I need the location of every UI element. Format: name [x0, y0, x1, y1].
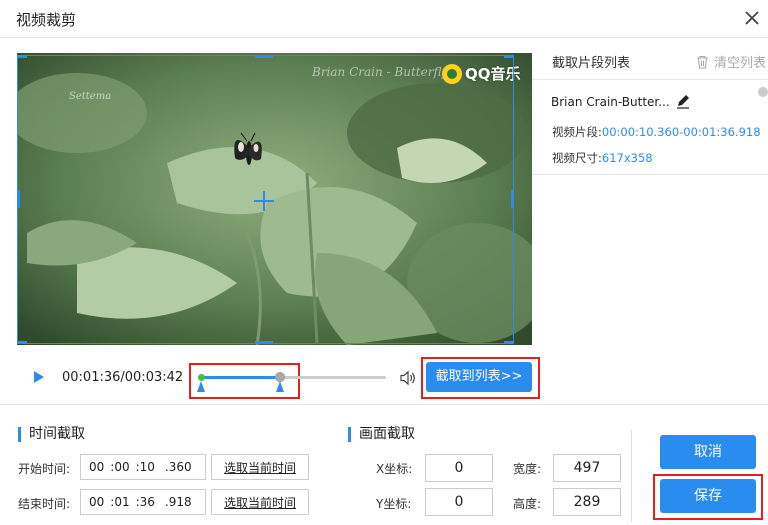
clip-name: Brian Crain-Butter...: [551, 95, 670, 109]
range-end-marker[interactable]: [276, 381, 284, 392]
start-time-input[interactable]: 00 :00 :10 .360: [80, 454, 206, 480]
y-coord-input[interactable]: 0: [425, 488, 493, 516]
clip-list-title: 截取片段列表: [552, 56, 631, 71]
playback-slider[interactable]: [199, 376, 386, 379]
qq-music-logo-icon: [442, 63, 462, 84]
cancel-button[interactable]: 取消: [660, 435, 756, 469]
clip-size-row: 视频尺寸:617x358: [552, 150, 653, 166]
end-time-label: 结束时间:: [18, 497, 71, 511]
edit-pencil-icon[interactable]: [675, 93, 691, 109]
actions-divider: [631, 430, 632, 522]
video-preview[interactable]: Brian Crain - Butterfly Settema QQ音乐: [17, 53, 532, 345]
width-input[interactable]: 497: [553, 454, 621, 482]
clip-size-label: 视频尺寸:: [552, 151, 602, 165]
qq-music-watermark: QQ音乐: [442, 63, 521, 84]
range-start-dot: [198, 374, 205, 381]
close-icon[interactable]: [744, 10, 760, 26]
y-coord-label: Y坐标:: [376, 497, 412, 511]
title-bar: 视频裁剪: [0, 0, 768, 38]
crop-handle-b[interactable]: [255, 341, 273, 344]
frame-crop-title: 画面截取: [348, 427, 415, 442]
add-to-list-button[interactable]: 截取到列表>>: [426, 362, 532, 392]
video-watermark-small: Settema: [69, 91, 112, 102]
clear-list-button[interactable]: 清空列表: [696, 52, 766, 71]
end-ms[interactable]: .918: [165, 495, 192, 509]
clip-segment-value: 00:00:10.360-00:01:36.918: [601, 125, 761, 139]
clip-list-header: 截取片段列表 清空列表: [532, 40, 768, 80]
crop-handle-l[interactable]: [17, 190, 20, 208]
clip-list-item[interactable]: Brian Crain-Butter... 视频片段:00:00:10.360-…: [532, 80, 768, 175]
remove-clip-icon[interactable]: [758, 87, 768, 97]
end-minute[interactable]: :01: [110, 495, 129, 509]
width-label: 宽度:: [513, 462, 542, 476]
pick-end-time-button[interactable]: 选取当前时间: [211, 489, 309, 515]
clip-segment-row: 视频片段:00:00:10.360-00:01:36.918: [552, 124, 761, 140]
range-start-marker[interactable]: [197, 381, 205, 392]
x-coord-label: X坐标:: [376, 462, 413, 476]
qq-music-label: QQ音乐: [465, 65, 521, 83]
clip-segment-label: 视频片段:: [552, 125, 602, 139]
start-minute[interactable]: :00: [110, 460, 129, 474]
start-second[interactable]: :10: [136, 460, 155, 474]
playback-slider-fill: [199, 376, 276, 379]
crop-handle-tr[interactable]: [504, 55, 514, 58]
pick-start-time-button[interactable]: 选取当前时间: [211, 454, 309, 480]
video-watermark: Brian Crain - Butterfly: [312, 65, 449, 79]
save-button[interactable]: 保存: [660, 479, 756, 513]
time-crop-title: 时间截取: [18, 427, 85, 442]
start-ms[interactable]: .360: [165, 460, 192, 474]
crop-handle-t[interactable]: [255, 55, 273, 58]
playback-time: 00:01:36/00:03:42: [62, 370, 184, 385]
volume-icon[interactable]: [399, 370, 417, 386]
trash-icon: [696, 55, 708, 69]
end-hour[interactable]: 00: [89, 495, 104, 509]
crop-handle-tl[interactable]: [17, 55, 27, 58]
end-time-input[interactable]: 00 :01 :36 .918: [80, 489, 206, 515]
x-coord-input[interactable]: 0: [425, 454, 493, 482]
height-input[interactable]: 289: [553, 488, 621, 516]
window-title: 视频裁剪: [16, 11, 77, 29]
crop-handle-bl[interactable]: [17, 341, 27, 344]
clip-size-value: 617x358: [601, 151, 653, 165]
crop-handle-br[interactable]: [504, 341, 514, 344]
section-divider: [0, 404, 768, 405]
crop-center-crosshair-icon[interactable]: [254, 191, 274, 211]
height-label: 高度:: [513, 497, 542, 511]
play-button[interactable]: [34, 371, 44, 383]
end-second[interactable]: :36: [136, 495, 155, 509]
crop-handle-r[interactable]: [511, 190, 514, 208]
start-time-label: 开始时间:: [18, 462, 71, 476]
clear-list-label: 清空列表: [713, 56, 766, 71]
start-hour[interactable]: 00: [89, 460, 104, 474]
